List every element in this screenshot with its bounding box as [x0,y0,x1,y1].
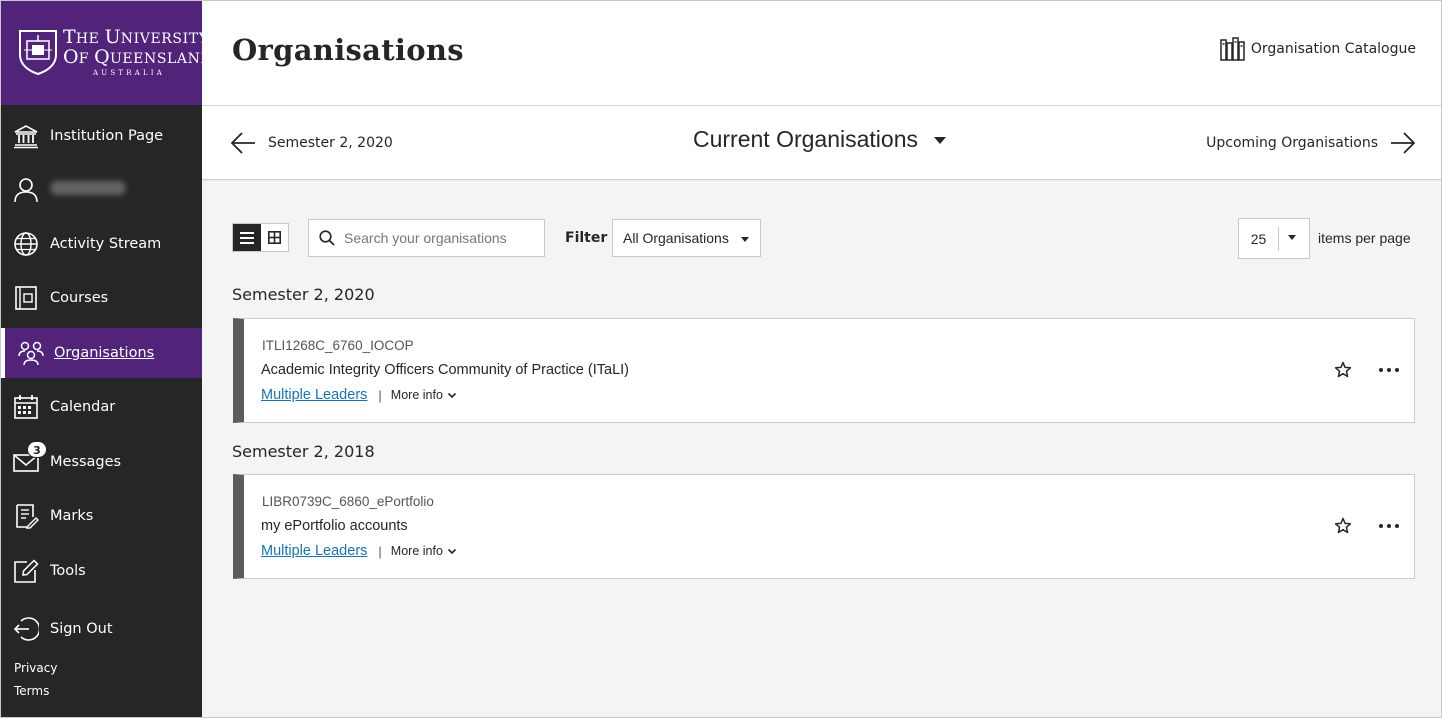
sidebar-item-label: Organisations [54,345,155,361]
term-heading: Semester 2, 2018 [232,442,375,461]
sign-out-icon [13,617,39,641]
brand-line-3: AUSTRALIA [93,69,166,77]
items-per-page-label: items per page [1318,230,1411,246]
university-logo[interactable]: THE UNIVERSITY OF QUEENSLAND AUSTRALIA [1,1,212,105]
institution-icon [14,125,38,149]
items-per-page-select[interactable]: 25 [1238,218,1310,259]
caret-down-icon [934,137,946,144]
grid-icon [267,231,281,244]
arrow-right-icon [1391,132,1416,154]
leaders-link[interactable]: Multiple Leaders [261,387,367,403]
terms-link[interactable]: Terms [14,684,49,698]
filter-select[interactable]: All Organisations [612,219,761,257]
arrow-left-icon [230,132,255,154]
sidebar-item-label: Marks [50,508,94,524]
caret-down-icon [741,237,749,242]
sidebar-item-calendar[interactable]: Calendar [1,382,202,432]
sidebar-item-label: Sign Out [50,621,113,637]
previous-term-button[interactable]: Semester 2, 2020 [230,130,393,156]
page-header: Organisations Organisation Catalogue [202,1,1441,106]
sidebar-item-label: Messages [50,454,122,470]
brand-line-2: OF QUEENSLAND [63,46,213,68]
sidebar-item-messages[interactable]: 3 Messages [1,437,202,487]
term-navigation: Semester 2, 2020 Current Organisations U… [202,106,1441,180]
organisation-name[interactable]: my ePortfolio accounts [261,518,408,534]
user-icon [14,178,38,203]
next-term-button[interactable]: Upcoming Organisations [1206,130,1416,156]
globe-icon [14,232,38,256]
sidebar-item-institution-page[interactable]: Institution Page [1,111,202,161]
term-heading: Semester 2, 2020 [232,285,375,304]
organisation-id: LIBR0739C_6860_ePortfolio [262,494,434,509]
star-icon[interactable] [1334,361,1352,379]
current-term-dropdown[interactable]: Current Organisations [693,126,946,153]
organisation-meta: Multiple Leaders | More info [261,543,457,559]
grid-view-button[interactable] [261,224,289,251]
catalogue-label: Organisation Catalogue [1250,41,1416,57]
items-per-page-value: 25 [1239,226,1279,251]
separator: | [378,387,382,403]
current-term-label: Current Organisations [693,126,918,152]
next-term-label: Upcoming Organisations [1206,135,1378,151]
courses-icon [15,286,37,310]
list-icon [239,231,254,244]
sidebar-item-sign-out[interactable]: Sign Out [1,604,202,654]
chevron-down-icon [447,392,456,399]
marks-icon [16,504,39,529]
organisation-id: ITLI1268C_6760_IOCOP [262,338,414,353]
sidebar-item-courses[interactable]: Courses [1,273,202,323]
organisation-name[interactable]: Academic Integrity Officers Community of… [261,362,629,378]
organisation-card[interactable]: LIBR0739C_6860_ePortfolio my ePortfolio … [233,474,1415,579]
university-name: THE UNIVERSITY OF QUEENSLAND AUSTRALIA [63,28,212,78]
organisation-card[interactable]: ITLI1268C_6760_IOCOP Academic Integrity … [233,318,1415,423]
filter-value: All Organisations [623,230,729,246]
sidebar-item-tools[interactable]: Tools [1,546,202,596]
privacy-link[interactable]: Privacy [14,661,57,675]
previous-term-label: Semester 2, 2020 [268,135,393,151]
sidebar-item-activity-stream[interactable]: Activity Stream [1,219,202,269]
sidebar-item-label: Calendar [50,399,116,415]
unread-messages-badge: 3 [27,441,47,458]
caret-down-icon [1288,235,1296,240]
sidebar-item-profile[interactable] [1,165,202,215]
separator: | [378,543,382,559]
sidebar-item-marks[interactable]: Marks [1,491,202,541]
sidebar: THE UNIVERSITY OF QUEENSLAND AUSTRALIA I… [1,1,212,717]
star-icon[interactable] [1334,517,1352,535]
organisation-catalogue-button[interactable]: Organisation Catalogue [1220,37,1416,61]
filter-label: Filter [565,230,608,246]
search-icon [319,230,335,246]
crest-icon [19,30,57,75]
app-window: THE UNIVERSITY OF QUEENSLAND AUSTRALIA I… [0,0,1442,718]
more-options-icon[interactable] [1379,361,1399,379]
tools-icon [14,559,39,583]
search-field [308,219,545,257]
main-content: Organisations Organisation Catalogue Sem… [202,1,1441,717]
brand-line-1-rest: HE [75,31,105,47]
chevron-down-icon [447,548,456,555]
sidebar-item-label: Tools [50,563,86,579]
search-input[interactable] [344,230,514,246]
brand-line-1: THE UNIVERSITY [63,26,209,48]
more-options-icon[interactable] [1379,517,1399,535]
profile-name-redacted [50,181,126,199]
sidebar-item-label: Activity Stream [50,236,162,252]
list-view-button[interactable] [233,224,261,251]
more-info-label: More info [390,388,443,402]
leaders-link[interactable]: Multiple Leaders [261,543,367,559]
organisations-icon [18,341,44,366]
more-info-toggle[interactable]: More info [391,544,457,558]
more-info-toggle[interactable]: More info [391,388,457,402]
page-title: Organisations [232,33,464,67]
view-toggle [232,223,289,252]
sidebar-item-organisations[interactable]: Organisations [1,328,202,378]
organisation-meta: Multiple Leaders | More info [261,387,457,403]
more-info-label: More info [390,544,443,558]
sidebar-item-label: Courses [50,290,109,306]
sidebar-item-label: Institution Page [50,128,164,144]
calendar-icon [14,395,38,419]
catalogue-icon [1220,37,1245,61]
